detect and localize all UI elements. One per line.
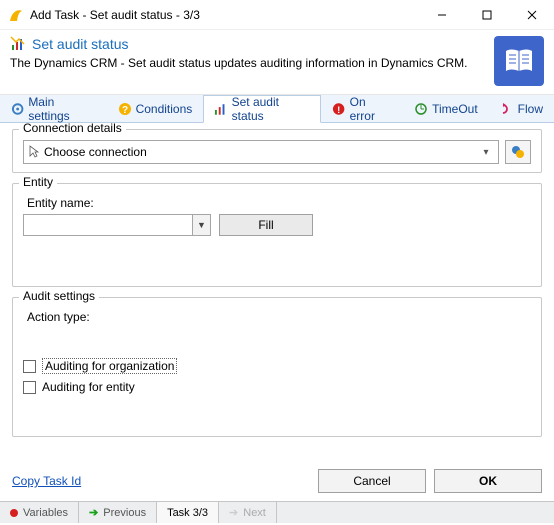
gear-color-icon: [510, 144, 526, 160]
audit-icon: [214, 102, 227, 116]
tab-on-error[interactable]: ! On error: [321, 95, 403, 122]
status-previous-label: Previous: [103, 507, 146, 519]
tab-flow[interactable]: Flow: [489, 95, 554, 122]
tab-set-audit-status[interactable]: Set audit status: [203, 95, 321, 123]
tab-label: Flow: [518, 102, 543, 116]
auditing-entity-label: Auditing for entity: [42, 380, 135, 394]
status-bar: Variables ➔ Previous Task 3/3 ➔ Next: [0, 501, 554, 523]
record-dot-icon: [10, 509, 18, 517]
minimize-icon: [437, 10, 447, 20]
title-bar: Add Task - Set audit status - 3/3: [0, 0, 554, 30]
ok-button[interactable]: OK: [434, 469, 542, 493]
close-button[interactable]: [509, 0, 554, 30]
header-title-row: Set audit status: [10, 36, 484, 52]
status-next-label: Next: [243, 507, 266, 519]
window-title: Add Task - Set audit status - 3/3: [30, 8, 419, 22]
audit-legend: Audit settings: [19, 289, 99, 303]
svg-text:!: !: [337, 104, 340, 115]
fill-button-label: Fill: [258, 218, 273, 232]
connection-select-value: Choose connection: [44, 145, 147, 159]
auditing-organization-label: Auditing for organization: [42, 358, 177, 374]
minimize-button[interactable]: [419, 0, 464, 30]
tab-label: Conditions: [136, 102, 193, 116]
connection-details-group: Connection details Choose connection ▾: [12, 129, 542, 173]
audit-settings-group: Audit settings Action type: Auditing for…: [12, 297, 542, 437]
error-icon: !: [332, 102, 345, 116]
action-type-label: Action type:: [27, 310, 531, 324]
connection-legend: Connection details: [19, 123, 126, 135]
tab-timeout[interactable]: TimeOut: [403, 95, 489, 122]
chevron-down-icon: ▾: [478, 147, 494, 158]
tab-label: On error: [350, 95, 392, 123]
audit-icon: [10, 36, 26, 52]
ok-label: OK: [479, 474, 497, 488]
cancel-button[interactable]: Cancel: [318, 469, 426, 493]
auditing-entity-checkbox[interactable]: [23, 381, 36, 394]
clock-icon: [414, 102, 428, 116]
connection-select[interactable]: Choose connection ▾: [23, 140, 499, 164]
cursor-icon: [28, 145, 40, 159]
tab-label: TimeOut: [432, 102, 478, 116]
entity-group: Entity Entity name: ▼ Fill: [12, 183, 542, 287]
chevron-down-icon: ▼: [192, 215, 210, 235]
status-variables[interactable]: Variables: [0, 502, 79, 523]
tab-label: Set audit status: [232, 95, 311, 123]
tab-bar: Main settings ? Conditions Set audit sta…: [0, 95, 554, 123]
content-area: Connection details Choose connection ▾ E…: [0, 123, 554, 459]
status-task-count[interactable]: Task 3/3: [157, 502, 219, 523]
connection-settings-button[interactable]: [505, 140, 531, 164]
svg-text:?: ?: [122, 105, 128, 116]
question-icon: ?: [118, 102, 132, 116]
close-icon: [527, 10, 537, 20]
entity-legend: Entity: [19, 175, 57, 189]
help-book-icon[interactable]: [494, 36, 544, 86]
entity-name-label: Entity name:: [27, 196, 531, 210]
maximize-button[interactable]: [464, 0, 509, 30]
header-title: Set audit status: [32, 36, 129, 52]
auditing-organization-checkbox[interactable]: [23, 360, 36, 373]
dialog-button-bar: Copy Task Id Cancel OK: [0, 459, 554, 501]
fill-button[interactable]: Fill: [219, 214, 313, 236]
tab-label: Main settings: [28, 95, 95, 123]
cancel-label: Cancel: [353, 474, 390, 488]
arrow-right-icon: ➔: [89, 506, 98, 519]
status-task-label: Task 3/3: [167, 507, 208, 519]
arrow-right-icon: ➔: [229, 506, 238, 519]
header: Set audit status The Dynamics CRM - Set …: [0, 30, 554, 95]
status-previous[interactable]: ➔ Previous: [79, 502, 157, 523]
flow-icon: [500, 102, 514, 116]
tab-main-settings[interactable]: Main settings: [0, 95, 107, 122]
gear-icon: [11, 102, 24, 116]
app-icon: [8, 7, 24, 23]
maximize-icon: [482, 10, 492, 20]
entity-name-combo[interactable]: ▼: [23, 214, 211, 236]
tab-conditions[interactable]: ? Conditions: [107, 95, 204, 122]
status-variables-label: Variables: [23, 507, 68, 519]
header-description: The Dynamics CRM - Set audit status upda…: [10, 56, 484, 70]
copy-task-id-link[interactable]: Copy Task Id: [12, 474, 81, 488]
status-next: ➔ Next: [219, 502, 277, 523]
